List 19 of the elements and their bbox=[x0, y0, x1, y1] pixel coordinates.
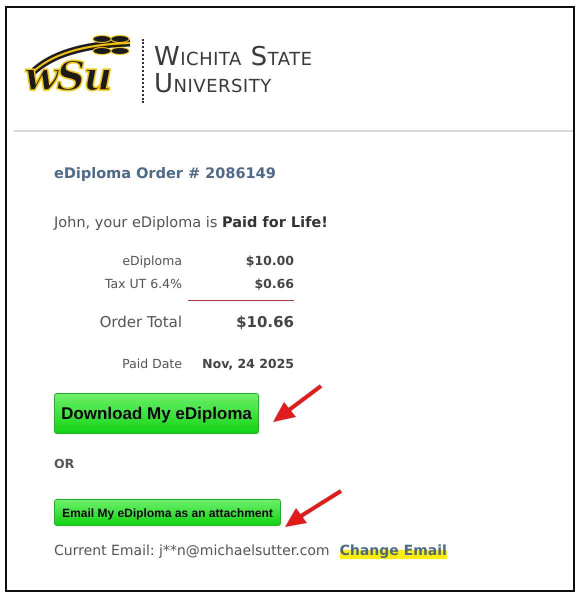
annotation-arrow bbox=[285, 489, 342, 527]
or-text: OR bbox=[54, 456, 76, 471]
greeting-text: John, your eDiploma is Paid for Life! bbox=[54, 215, 329, 231]
item-label: Tax UT 6.4% bbox=[104, 275, 182, 293]
item-label: eDiploma bbox=[121, 252, 182, 270]
total-amount: $10.66 bbox=[235, 312, 294, 333]
item-amount: $0.66 bbox=[253, 275, 294, 293]
download-button[interactable]: Download My eDiploma bbox=[54, 393, 259, 434]
current-email-text: Current Email: j**n@michaelsutter.com bbox=[54, 543, 330, 559]
annotation-arrow bbox=[273, 384, 322, 422]
paid-date-value: Nov, 24 2025 bbox=[201, 355, 294, 373]
university-name: University bbox=[154, 71, 273, 98]
university-name: Wichita State bbox=[154, 44, 312, 71]
item-amount: $10.00 bbox=[244, 252, 294, 270]
paid-date-label: Paid Date bbox=[121, 355, 182, 373]
total-label: Order Total bbox=[98, 312, 182, 333]
email-button[interactable]: Email My eDiploma as an attachment bbox=[54, 499, 281, 526]
order-title: eDiploma Order # 2086149 bbox=[54, 166, 277, 182]
logo-mark: wSu bbox=[24, 53, 110, 101]
